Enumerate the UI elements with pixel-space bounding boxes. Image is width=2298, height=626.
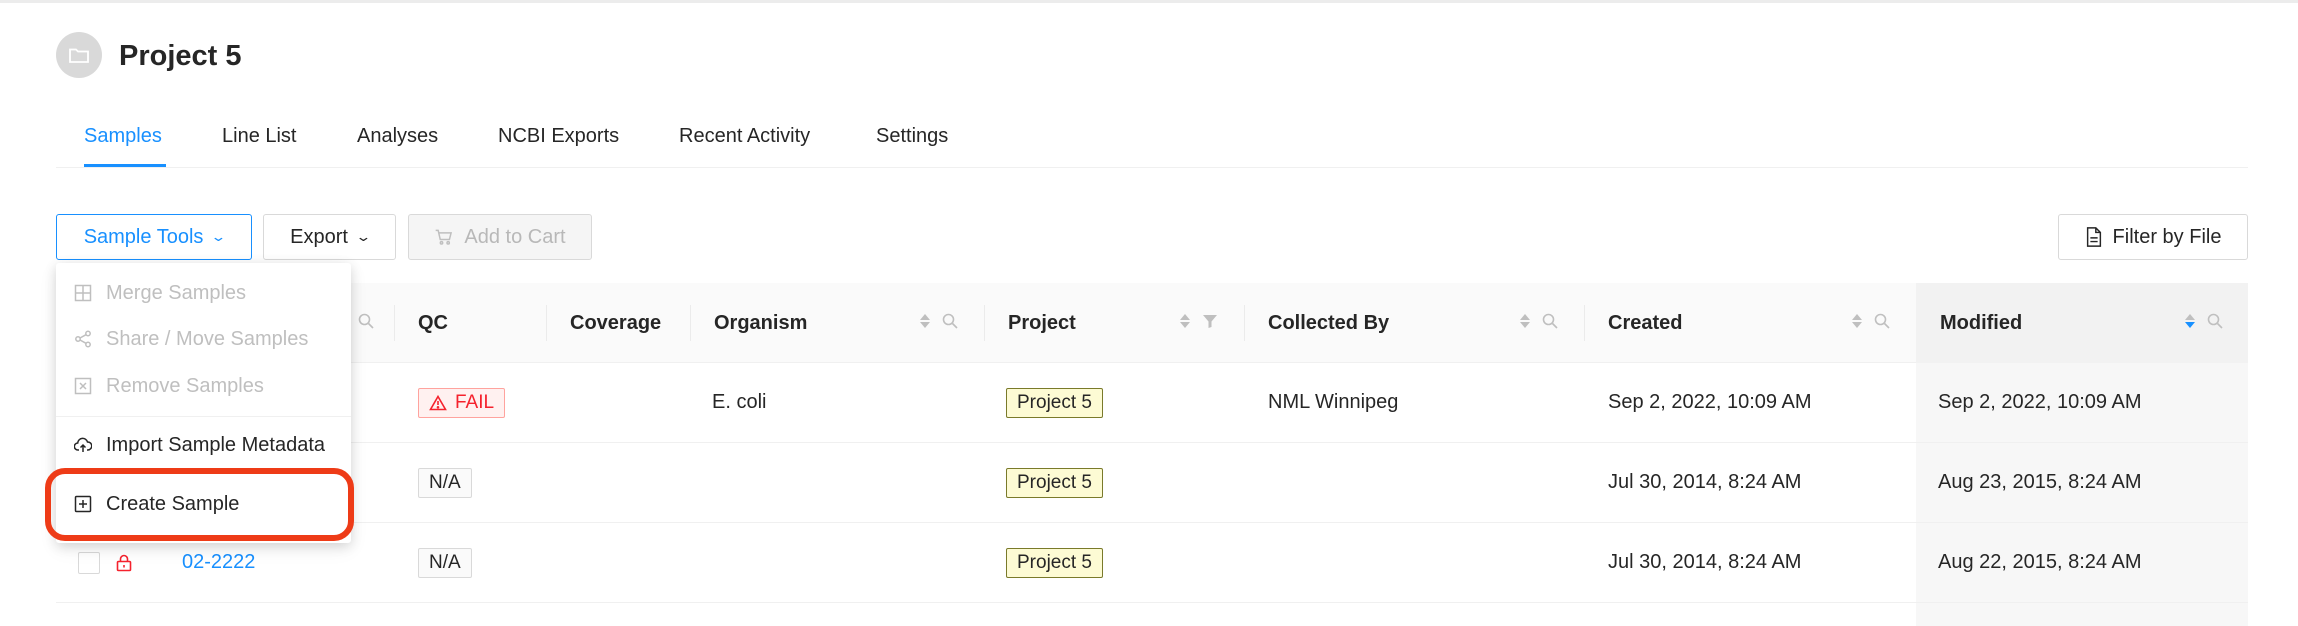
cloud-upload-icon — [74, 437, 92, 452]
column-header-qc[interactable]: QC — [394, 283, 448, 363]
column-header-collected-by[interactable]: Collected By — [1244, 283, 1389, 363]
column-header-project[interactable]: Project — [984, 283, 1076, 363]
qc-status-badge: N/A — [418, 467, 472, 498]
table-header: QC Coverage Organism Project Collected B… — [56, 283, 2248, 363]
chevron-down-icon: ⌄ — [210, 229, 228, 244]
menu-item-create-sample[interactable]: Create Sample — [56, 481, 351, 527]
search-icon[interactable] — [358, 313, 374, 329]
filter-by-file-button[interactable]: Filter by File — [2058, 214, 2248, 260]
add-to-cart-button[interactable]: Add to Cart — [408, 214, 592, 260]
folder-icon — [69, 48, 89, 63]
qc-status-badge: FAIL — [418, 387, 506, 418]
sort-icon[interactable] — [920, 314, 930, 328]
qc-status-badge: N/A — [418, 547, 472, 578]
tab-settings[interactable]: Settings — [876, 122, 948, 150]
modified-cell: Aug 22, 2015, 8:24 AM — [1938, 551, 2142, 573]
sort-icon[interactable] — [1852, 314, 1862, 328]
table-row[interactable] — [56, 603, 2248, 626]
filter-icon[interactable] — [1202, 313, 1218, 329]
created-cell: Jul 30, 2014, 8:24 AM — [1608, 471, 1802, 493]
top-border — [0, 0, 2298, 3]
merge-icon — [74, 284, 92, 302]
sort-icon[interactable] — [1520, 314, 1530, 328]
filter-by-file-label: Filter by File — [2112, 225, 2222, 248]
qc-status-text: FAIL — [455, 391, 495, 413]
sample-tools-menu: Merge Samples Share / Move Samples Remov… — [56, 263, 351, 543]
tab-recent-activity[interactable]: Recent Activity — [679, 122, 810, 150]
search-icon[interactable] — [1542, 313, 1558, 329]
lock-icon — [116, 554, 132, 571]
export-button[interactable]: Export ⌄ — [263, 214, 396, 260]
file-icon — [2086, 227, 2101, 247]
export-label: Export — [290, 225, 348, 248]
active-tab-indicator — [84, 164, 166, 167]
menu-item-remove-samples[interactable]: Remove Samples — [56, 363, 351, 409]
search-icon[interactable] — [1874, 313, 1890, 329]
page-title: Project 5 — [119, 40, 242, 72]
column-header-organism[interactable]: Organism — [690, 283, 807, 363]
project-tabs: Samples Line List Analyses NCBI Exports … — [56, 112, 2248, 168]
project-tag: Project 5 — [1006, 547, 1103, 578]
search-icon[interactable] — [2207, 313, 2223, 329]
tab-analyses[interactable]: Analyses — [357, 122, 438, 150]
menu-divider — [56, 416, 351, 417]
sort-descending-icon[interactable] — [2185, 314, 2195, 328]
remove-icon — [74, 377, 92, 395]
project-avatar — [56, 32, 102, 78]
sample-tools-button[interactable]: Sample Tools ⌄ — [56, 214, 252, 260]
add-to-cart-label: Add to Cart — [464, 225, 566, 248]
search-icon[interactable] — [942, 313, 958, 329]
plus-square-icon — [74, 495, 92, 513]
sample-tools-label: Sample Tools — [83, 225, 204, 248]
share-icon — [75, 330, 91, 348]
menu-item-import-sample-metadata[interactable]: Import Sample Metadata — [56, 422, 351, 468]
created-cell: Jul 30, 2014, 8:24 AM — [1608, 551, 1802, 573]
table-row[interactable]: 02-2222 N/A Project 5 Jul 30, 2014, 8:24… — [56, 523, 2248, 603]
tab-ncbi-exports[interactable]: NCBI Exports — [498, 122, 619, 150]
chevron-down-icon: ⌄ — [355, 229, 372, 244]
warning-icon — [429, 394, 447, 410]
samples-table: QC Coverage Organism Project Collected B… — [56, 283, 2248, 626]
column-header-created[interactable]: Created — [1584, 283, 1682, 363]
menu-item-merge-samples[interactable]: Merge Samples — [56, 270, 351, 316]
collected-by-cell: NML Winnipeg — [1268, 391, 1399, 413]
project-tag: Project 5 — [1006, 387, 1103, 418]
table-row[interactable]: FAIL E. coli Project 5 NML Winnipeg Sep … — [56, 363, 2248, 443]
project-tag: Project 5 — [1006, 467, 1103, 498]
column-header-coverage[interactable]: Coverage — [546, 283, 661, 363]
row-checkbox[interactable] — [78, 551, 100, 574]
menu-item-share-move-samples[interactable]: Share / Move Samples — [56, 316, 351, 362]
organism-cell: E. coli — [712, 391, 767, 413]
modified-cell: Sep 2, 2022, 10:09 AM — [1938, 391, 2142, 413]
tab-line-list[interactable]: Line List — [222, 122, 297, 150]
sort-icon[interactable] — [1180, 314, 1190, 328]
table-row[interactable]: N/A Project 5 Jul 30, 2014, 8:24 AM Aug … — [56, 443, 2248, 523]
shopping-cart-icon — [436, 229, 453, 245]
tab-samples[interactable]: Samples — [84, 122, 162, 150]
modified-cell: Aug 23, 2015, 8:24 AM — [1938, 471, 2142, 493]
created-cell: Sep 2, 2022, 10:09 AM — [1608, 391, 1812, 413]
